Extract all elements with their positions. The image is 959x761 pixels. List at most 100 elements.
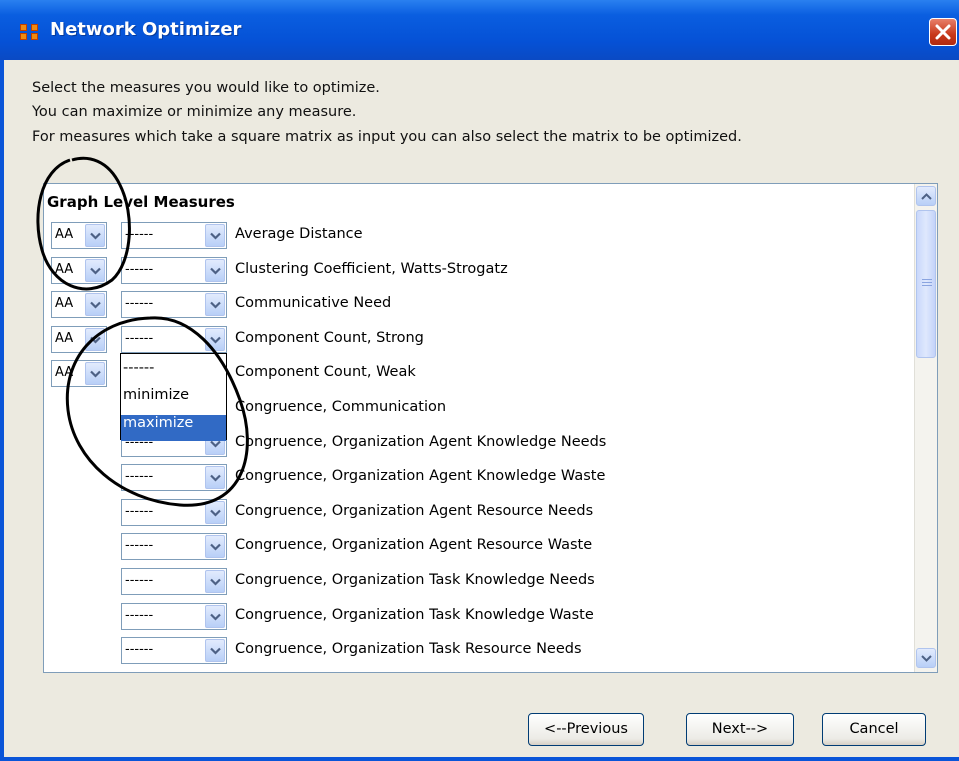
chevron-down-icon — [210, 578, 221, 586]
matrix-select[interactable]: AA — [51, 325, 107, 353]
close-icon — [935, 24, 951, 40]
chevron-down-icon — [210, 509, 221, 517]
section-heading: Graph Level Measures — [47, 193, 235, 211]
chevron-down-icon — [921, 655, 932, 662]
matrix-dropdown-arrow[interactable] — [85, 327, 105, 351]
measure-label: Clustering Coefficient, Watts-Strogatz — [235, 260, 508, 277]
goal-dropdown-arrow[interactable] — [205, 535, 225, 559]
cancel-button[interactable]: Cancel — [822, 713, 926, 746]
matrix-select[interactable]: AA — [51, 291, 107, 319]
goal-value: ------ — [125, 227, 154, 242]
option-minimize[interactable]: minimize — [121, 387, 226, 413]
measure-label: Congruence, Organization Agent Resource … — [235, 502, 594, 519]
goal-dropdown-arrow[interactable] — [205, 500, 225, 524]
chevron-down-icon — [210, 267, 221, 275]
matrix-dropdown-arrow[interactable] — [85, 293, 105, 317]
measure-row: AA ------ Clustering Coefficient, Watts-St… — [44, 256, 904, 287]
chevron-down-icon — [90, 232, 101, 240]
scroll-down-button[interactable] — [916, 648, 936, 668]
measure-label: Average Distance — [235, 226, 363, 242]
chevron-down-icon — [210, 544, 221, 551]
measure-row: ------ Congruence, Organization Task Reso… — [44, 637, 904, 667]
measure-row: ------ Congruence, Organization Agent Res… — [44, 533, 904, 563]
goal-value: ------ — [125, 538, 154, 554]
measure-row: ------ Congruence, Organization Task Know… — [44, 602, 904, 633]
goal-dropdown-arrow[interactable] — [205, 570, 225, 593]
goal-select[interactable]: ------ — [121, 533, 227, 561]
scroll-up-button[interactable] — [916, 186, 936, 206]
goal-select[interactable]: ------ — [121, 637, 227, 665]
goal-value: ------ — [125, 261, 154, 277]
option-none[interactable]: ------ — [121, 360, 226, 386]
measure-label: Component Count, Weak — [235, 364, 416, 381]
goal-dropdown-list[interactable]: ------ minimize maximize — [120, 353, 227, 441]
window-title: Network Optimizer — [50, 19, 242, 40]
dialog-window: Network Optimizer Select the measures yo… — [0, 0, 959, 761]
scroll-thumb[interactable] — [916, 210, 936, 358]
instruction-line-1: Select the measures you would like to op… — [32, 80, 380, 96]
matrix-value: AA — [55, 296, 74, 312]
chevron-down-icon — [90, 301, 101, 309]
instruction-line-2: You can maximize or minimize any measure… — [32, 104, 357, 120]
matrix-select[interactable]: AA — [51, 256, 107, 284]
matrix-value: AA — [55, 365, 74, 381]
goal-value: ------ — [125, 607, 154, 623]
next-button[interactable]: Next--> — [686, 713, 794, 746]
previous-button[interactable]: <--Previous — [528, 713, 644, 746]
chevron-down-icon — [90, 336, 101, 344]
goal-select[interactable]: ------ — [121, 291, 227, 319]
goal-select[interactable]: ------ — [121, 568, 227, 595]
matrix-value: AA — [55, 227, 74, 242]
matrix-dropdown-arrow[interactable] — [85, 258, 105, 282]
chevron-down-icon — [210, 232, 221, 240]
goal-value: ------ — [125, 503, 154, 519]
chevron-down-icon — [90, 371, 101, 378]
goal-select[interactable]: ------ — [121, 325, 227, 353]
matrix-select[interactable]: AA — [51, 360, 107, 388]
vertical-scrollbar[interactable] — [914, 184, 937, 672]
matrix-select[interactable]: AA — [51, 222, 107, 249]
network-grid-icon — [20, 24, 38, 40]
measure-label: Communicative Need — [235, 295, 392, 312]
measure-label: Component Count, Strong — [235, 329, 424, 346]
goal-select[interactable]: ------ — [121, 498, 227, 526]
measure-row: ------ Congruence, Organization Task Know… — [44, 568, 904, 598]
goal-select[interactable]: ------ — [121, 464, 227, 492]
goal-dropdown-arrow[interactable] — [205, 224, 225, 247]
goal-select[interactable]: ------ — [121, 256, 227, 284]
goal-value: ------ — [125, 642, 154, 658]
measure-row: AA ------ Component Count, Strong — [44, 325, 904, 356]
measure-label: Congruence, Organization Task Knowledge … — [235, 572, 595, 588]
chevron-down-icon — [210, 301, 221, 309]
matrix-dropdown-arrow[interactable] — [85, 224, 105, 247]
chevron-down-icon — [210, 336, 221, 344]
goal-select[interactable]: ------ — [121, 602, 227, 630]
goal-dropdown-arrow[interactable] — [205, 327, 225, 351]
goal-dropdown-arrow[interactable] — [205, 466, 225, 490]
measure-label: Congruence, Communication — [235, 399, 447, 415]
measure-row: AA ------ Communicative Need — [44, 291, 904, 321]
goal-value: ------ — [125, 296, 154, 312]
goal-dropdown-arrow[interactable] — [205, 639, 225, 663]
chevron-up-icon — [921, 193, 932, 200]
matrix-dropdown-arrow[interactable] — [85, 362, 105, 386]
goal-value: ------ — [125, 330, 154, 346]
close-button[interactable] — [929, 18, 957, 46]
measure-label: Congruence, Organization Agent Knowledge… — [235, 468, 606, 485]
title-bar[interactable]: Network Optimizer — [0, 0, 959, 60]
chevron-down-icon — [210, 647, 221, 655]
measure-row: ------ Congruence, Organization Agent Kno… — [44, 464, 904, 494]
measure-row: ------ Congruence, Organization Agent Res… — [44, 498, 904, 529]
goal-dropdown-arrow[interactable] — [205, 258, 225, 282]
option-maximize[interactable]: maximize — [121, 415, 226, 441]
measure-label: Congruence, Organization Agent Resource … — [235, 537, 593, 554]
goal-dropdown-arrow[interactable] — [205, 604, 225, 628]
goal-select[interactable]: ------ — [121, 222, 227, 249]
measure-label: Congruence, Organization Task Resource N… — [235, 641, 582, 658]
chevron-down-icon — [210, 474, 221, 482]
chevron-down-icon — [210, 613, 221, 621]
goal-value: ------ — [125, 573, 154, 588]
instruction-line-3: For measures which take a square matrix … — [32, 129, 742, 145]
measure-label: Congruence, Organization Task Knowledge … — [235, 606, 594, 623]
goal-dropdown-arrow[interactable] — [205, 293, 225, 317]
